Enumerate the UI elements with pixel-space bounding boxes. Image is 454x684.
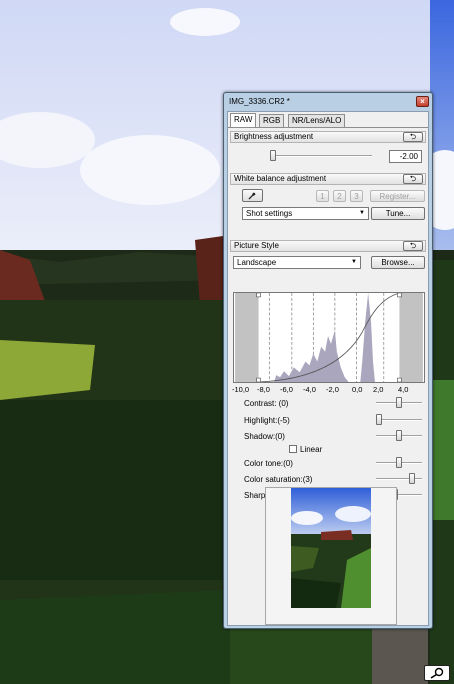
window-title: IMG_3336.CR2 * (229, 97, 290, 106)
slider-thumb[interactable] (376, 414, 382, 425)
tab-raw[interactable]: RAW (230, 113, 257, 128)
contrast-slider[interactable] (376, 397, 422, 409)
shadow-slider[interactable] (376, 430, 422, 442)
wb-preset-1-button[interactable]: 1 (316, 190, 329, 202)
axis-tick-label: -4,0 (303, 385, 316, 394)
brightness-slider[interactable] (270, 150, 372, 162)
picture-style-select[interactable]: Landscape ▼ (233, 256, 361, 269)
white-balance-select[interactable]: Shot settings ▼ (242, 207, 369, 220)
slider-thumb[interactable] (396, 430, 402, 441)
color-tone-slider[interactable] (376, 457, 422, 469)
picture-style-title: Picture Style (234, 241, 279, 250)
histogram-right-clip (399, 293, 423, 382)
color-saturation-slider[interactable] (376, 473, 422, 485)
undo-icon: ⮌ (409, 174, 417, 183)
white-balance-header: White balance adjustment ⮌ (230, 173, 426, 185)
axis-tick-label: 2,0 (373, 385, 384, 394)
linear-checkbox[interactable] (289, 445, 297, 453)
axis-tick-label: -2,0 (326, 385, 339, 394)
white-balance-selected: Shot settings (246, 209, 293, 218)
magnifier-button[interactable] (424, 665, 450, 681)
raw-adjustment-window: IMG_3336.CR2 * × RAW RGB NR/Lens/ALO Bri… (223, 92, 433, 629)
brightness-reset-button[interactable]: ⮌ (403, 132, 423, 142)
slider-track (376, 478, 422, 480)
picture-style-header: Picture Style ⮌ (230, 240, 426, 252)
axis-tick-label: -8,0 (257, 385, 270, 394)
curve-handle-top-left[interactable] (256, 293, 261, 298)
highlight-slider[interactable] (376, 414, 422, 426)
dropdown-arrow-icon: ▼ (359, 210, 365, 216)
picture-style-selected: Landscape (237, 258, 277, 267)
image-preview-frame (265, 487, 397, 625)
histogram-highlight-peak (360, 293, 375, 382)
tune-button[interactable]: Tune... (371, 207, 425, 220)
undo-icon: ⮌ (409, 241, 417, 250)
tab-divider (228, 127, 428, 128)
tab-rgb[interactable]: RGB (259, 114, 285, 127)
magnifier-icon (430, 667, 444, 679)
brightness-title: Brightness adjustment (234, 132, 314, 141)
picture-style-reset-button[interactable]: ⮌ (403, 241, 423, 251)
wb-preset-2-button[interactable]: 2 (333, 190, 346, 202)
undo-icon: ⮌ (409, 132, 417, 141)
eyedropper-icon (248, 192, 256, 200)
register-button[interactable]: Register... (370, 190, 425, 202)
color-saturation-label: Color saturation:(3) (244, 475, 313, 484)
linear-label: Linear (300, 445, 323, 454)
dropdown-arrow-icon: ▼ (351, 259, 357, 265)
histogram-left-clip (235, 293, 259, 382)
slider-thumb[interactable] (396, 457, 402, 468)
white-balance-reset-button[interactable]: ⮌ (403, 174, 423, 184)
axis-tick-label: 0,0 (352, 385, 363, 394)
close-button[interactable]: × (416, 96, 429, 107)
browse-button[interactable]: Browse... (371, 256, 425, 269)
brightness-header: Brightness adjustment ⮌ (230, 131, 426, 143)
slider-track (270, 155, 372, 157)
window-body: RAW RGB NR/Lens/ALO Brightness adjustmen… (227, 111, 429, 626)
shadow-label: Shadow:(0) (244, 432, 285, 441)
tab-nr-lens-alo[interactable]: NR/Lens/ALO (288, 114, 346, 127)
color-tone-label: Color tone:(0) (244, 459, 293, 468)
slider-thumb[interactable] (409, 473, 415, 484)
histogram-axis: -10,0 -8,0 -6,0 -4,0 -2,0 0,0 2,0 4,0 (228, 385, 428, 395)
histogram-luminance (274, 330, 349, 382)
axis-tick-label: 4,0 (398, 385, 409, 394)
highlight-label: Highlight:(-5) (244, 416, 290, 425)
curve-handle-top-right[interactable] (397, 293, 402, 298)
curve-handle-bottom-left[interactable] (256, 377, 261, 382)
tone-curve-histogram[interactable] (233, 292, 425, 383)
slider-track (376, 419, 422, 421)
curve-handle-bottom-right[interactable] (397, 377, 402, 382)
eyedropper-button[interactable] (242, 189, 263, 202)
axis-tick-label: -10,0 (232, 385, 250, 394)
wb-preset-3-button[interactable]: 3 (350, 190, 363, 202)
slider-thumb[interactable] (270, 150, 276, 161)
brightness-value-field[interactable]: -2.00 (389, 150, 422, 163)
window-titlebar[interactable]: IMG_3336.CR2 * × (224, 93, 432, 110)
slider-thumb[interactable] (396, 397, 402, 408)
contrast-label: Contrast: (0) (244, 399, 289, 408)
white-balance-title: White balance adjustment (234, 174, 327, 183)
axis-tick-label: -6,0 (280, 385, 293, 394)
image-preview[interactable] (291, 488, 371, 608)
